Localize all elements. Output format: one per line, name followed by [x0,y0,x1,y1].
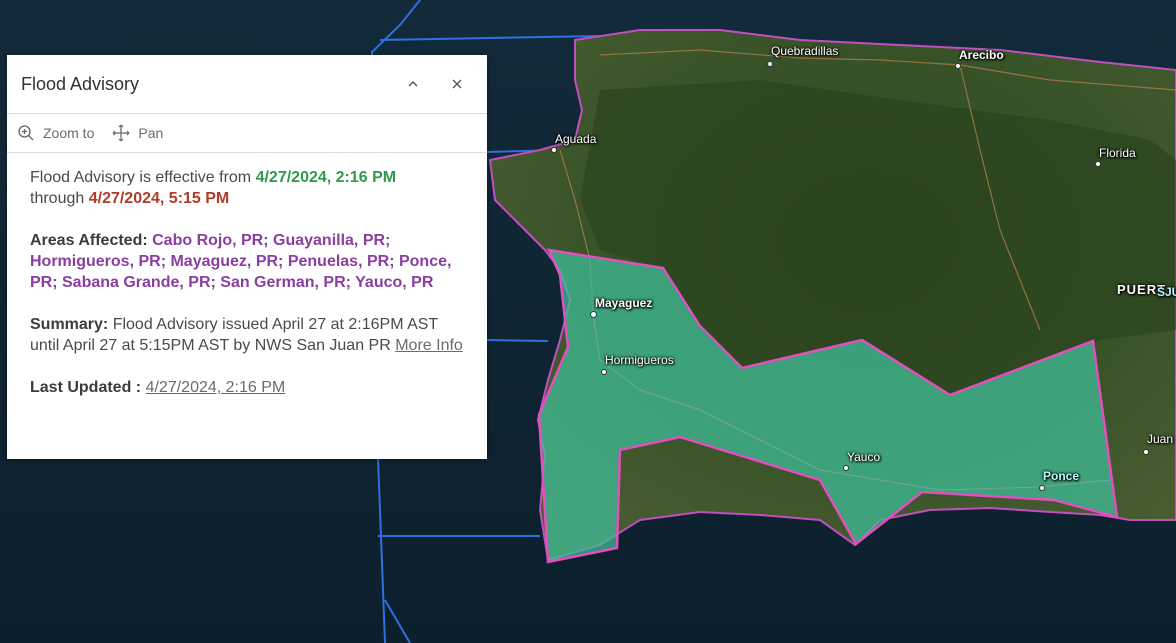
place-label-juana: Juan [1147,432,1174,446]
place-dot-quebradillas [767,61,773,67]
place-label-yauco: Yauco [847,450,881,464]
areas-label: Areas Affected: [30,232,148,249]
popup-actions: Zoom to Pan [7,114,487,153]
zoom-in-icon [18,125,34,141]
place-dot-yauco [843,465,849,471]
updated-paragraph: Last Updated : 4/27/2024, 2:16 PM [30,377,465,398]
place-dot-arecibo [955,63,961,69]
place-dot-juana [1143,449,1149,455]
more-info-link[interactable]: More Info [395,337,463,354]
place-label-mayaguez: Mayaguez [595,296,653,310]
zoom-to-button[interactable]: Zoom to [17,124,94,142]
chevron-up-icon [408,81,418,87]
place-label-florida: Florida [1099,146,1136,160]
effective-prefix: Flood Advisory is effective from [30,169,256,186]
place-dot-aguada [551,147,557,153]
effective-through: through [30,190,89,207]
pan-button[interactable]: Pan [112,124,163,142]
place-dot-florida [1095,161,1101,167]
areas-paragraph: Areas Affected: Cabo Rojo, PR; Guayanill… [30,230,465,293]
summary-paragraph: Summary: Flood Advisory issued April 27 … [30,314,465,356]
popup-header: Flood Advisory [7,55,487,114]
popup-content: Flood Advisory is effective from 4/27/20… [7,153,487,398]
popup-title: Flood Advisory [21,73,140,94]
place-dot-ponce [1039,485,1045,491]
place-dot-hormigueros [601,369,607,375]
close-icon [452,79,462,89]
pan-move-icon [112,124,130,142]
summary-label: Summary: [30,316,109,333]
feature-popup: Flood Advisory Zoom to Pan Flood Advisor… [7,55,487,459]
place-label-sju: SJU [1157,285,1176,299]
place-label-aguada: Aguada [555,132,597,146]
effective-end-date: 4/27/2024, 5:15 PM [88,190,230,207]
effective-start-date: 4/27/2024, 2:16 PM [255,169,397,186]
place-dot-mayaguez [590,311,597,318]
place-label-hormigueros: Hormigueros [605,353,674,367]
pan-label: Pan [138,125,164,141]
close-button[interactable] [441,68,473,100]
place-label-arecibo: Arecibo [959,48,1004,62]
effective-paragraph: Flood Advisory is effective from 4/27/20… [30,167,465,209]
updated-value[interactable]: 4/27/2024, 2:16 PM [146,379,286,396]
updated-label: Last Updated : [30,379,142,396]
zoom-to-label: Zoom to [43,125,95,141]
place-label-quebradillas: Quebradillas [771,44,839,58]
collapse-button[interactable] [397,68,429,100]
place-label-ponce: Ponce [1043,469,1080,483]
